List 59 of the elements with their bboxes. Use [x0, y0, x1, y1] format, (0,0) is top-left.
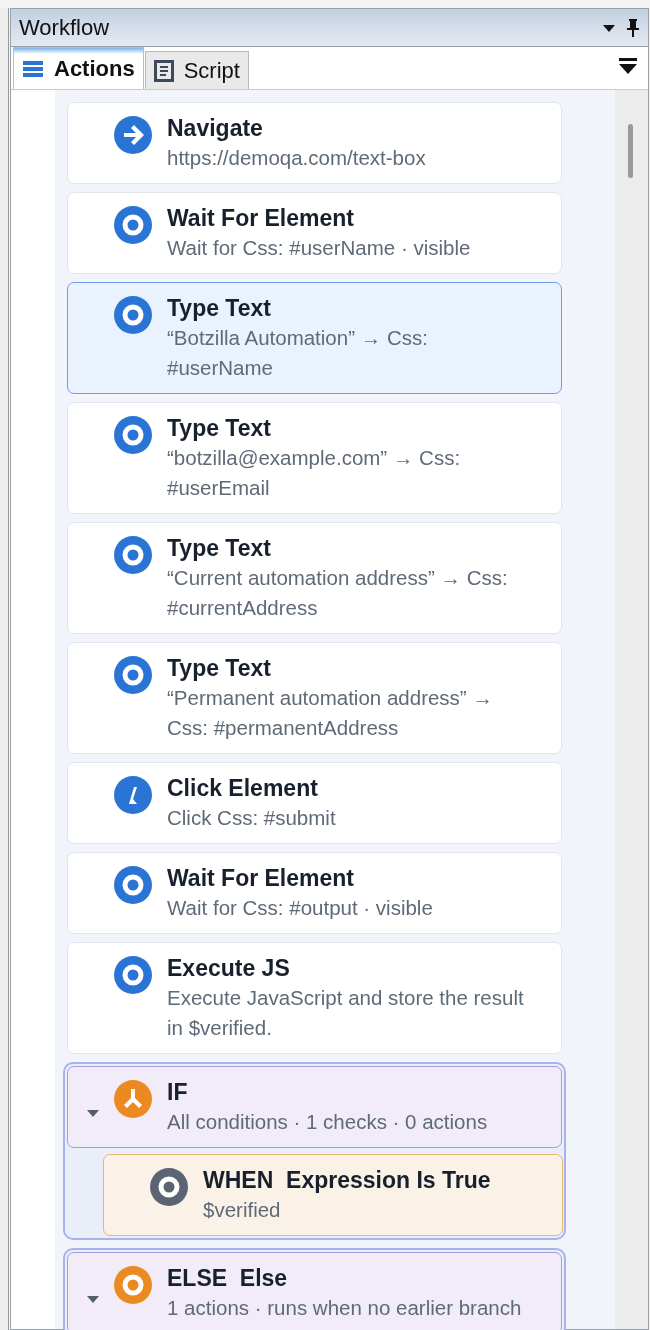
ring-icon — [114, 956, 152, 994]
branch-icon — [114, 1080, 152, 1118]
step-title: Wait For Element — [167, 204, 355, 233]
step-description: Wait for Css: #userName · visible — [167, 235, 471, 261]
cursor-icon — [114, 776, 152, 814]
step-title: IF — [167, 1078, 189, 1107]
ring-icon — [114, 536, 152, 574]
action-card[interactable]: Navigate https://demoqa.com/text-box — [67, 102, 562, 184]
action-card[interactable]: Type Text “Current automation address” → Css: #currentAddress — [67, 522, 562, 634]
action-card[interactable]: Type Text “Permanent automation address” → Css: #permanentAddress — [67, 642, 562, 754]
step-title: WHEN Expression Is True — [203, 1166, 491, 1195]
caret-icon[interactable] — [86, 1295, 100, 1304]
tab[interactable]: Actions — [13, 47, 144, 89]
branch-card[interactable]: ELSE Else 1 actions · runs when no earlier branch — [67, 1252, 562, 1330]
step-description: 1 actions · runs when no earlier branch — [167, 1295, 522, 1321]
step-description: Execute JavaScript and store the result in $verified. — [167, 985, 525, 1041]
step-description: Wait for Css: #output · visible — [167, 895, 433, 921]
step-title: Click Element — [167, 774, 319, 803]
step-title: Type Text — [167, 294, 272, 323]
ring-icon — [114, 296, 152, 334]
overflow-menu-icon[interactable] — [618, 57, 638, 75]
step-description: “botzilla@example.com” → Css: #userEmail — [167, 445, 462, 501]
ring-icon — [114, 1266, 152, 1304]
step-description: “Current automation address” → Css: #currentAddress — [167, 565, 509, 621]
ring-icon — [114, 866, 152, 904]
step-title: ELSE Else — [167, 1264, 289, 1293]
step-title: Type Text — [167, 414, 272, 443]
caret-icon[interactable] — [86, 1109, 100, 1118]
scrollbar[interactable] — [615, 90, 648, 1329]
step-description: All conditions · 1 checks · 0 actions — [167, 1109, 488, 1135]
step-title: Execute JS — [167, 954, 291, 983]
ring-icon — [150, 1168, 188, 1206]
pin-icon[interactable] — [626, 17, 640, 38]
action-card[interactable]: Wait For Element Wait for Css: #output · visible — [67, 852, 562, 934]
tab[interactable]: Script — [144, 51, 249, 89]
list-icon — [22, 59, 44, 78]
action-card[interactable]: Execute JS Execute JavaScript and store the result in $verified. — [67, 942, 562, 1054]
ring-icon — [114, 206, 152, 244]
condition-card[interactable]: WHEN Expression Is True $verified — [103, 1154, 563, 1236]
document-icon — [153, 59, 174, 82]
step-description: $verified — [203, 1197, 282, 1223]
step-title: Wait For Element — [167, 864, 355, 893]
step-description: “Botzilla Automation” → Css: #userName — [167, 325, 429, 381]
step-description: Click Css: #submit — [167, 805, 336, 831]
action-card[interactable]: Type Text “botzilla@example.com” → Css: #userEmail — [67, 402, 562, 514]
action-card[interactable]: Wait For Element Wait for Css: #userName · visible — [67, 192, 562, 274]
step-title: Type Text — [167, 654, 272, 683]
step-title: Navigate — [167, 114, 264, 143]
branch-card[interactable]: IF All conditions · 1 checks · 0 actions — [67, 1066, 562, 1148]
action-card[interactable]: Type Text “Botzilla Automation” → Css: #userName — [67, 282, 562, 394]
panel-title: Workflow — [19, 14, 111, 41]
scrollbar-thumb[interactable] — [628, 124, 633, 178]
ring-icon — [114, 656, 152, 694]
ring-icon — [114, 416, 152, 454]
dropdown-icon[interactable] — [602, 22, 616, 33]
step-description: https://demoqa.com/text-box — [167, 145, 426, 171]
action-card[interactable]: Click Element Click Css: #submit — [67, 762, 562, 844]
step-description: “Permanent automation address” → Css: #permanentAddress — [167, 685, 494, 741]
step-title: Type Text — [167, 534, 272, 563]
